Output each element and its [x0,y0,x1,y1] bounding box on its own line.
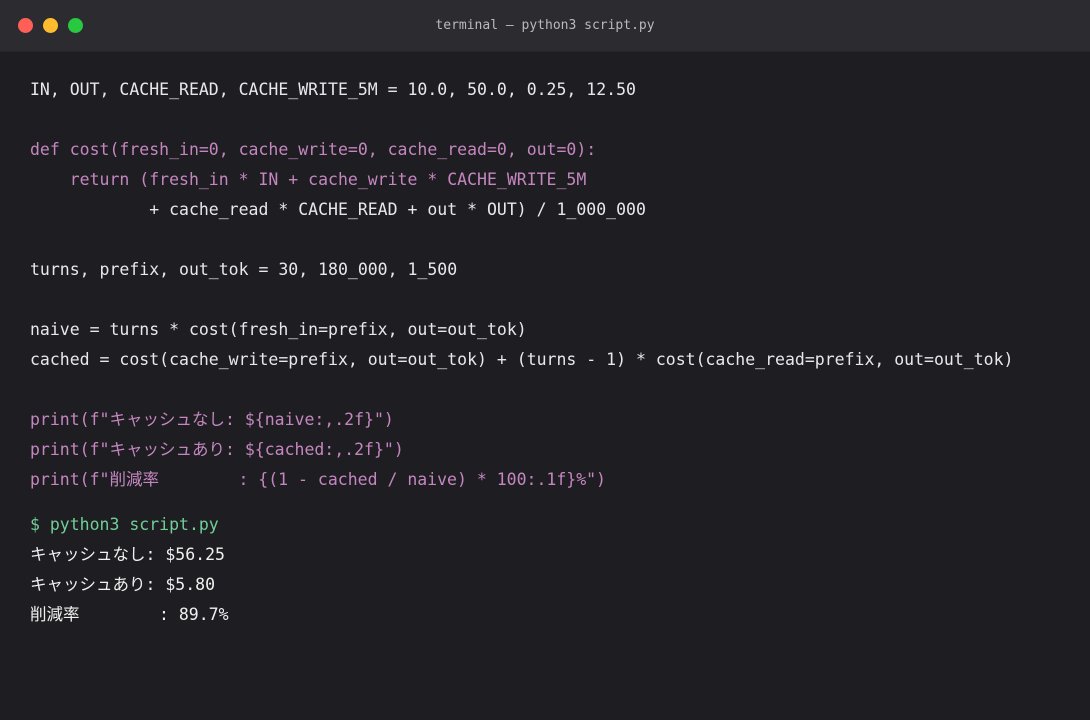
code-line-print-cached: print(f"キャッシュあり: ${cached:,.2f}") [30,440,404,459]
code-line-constants: IN, OUT, CACHE_READ, CACHE_WRITE_5M = 10… [30,80,636,99]
terminal-window: terminal — python3 script.py IN, OUT, CA… [0,0,1090,720]
code-line-cached: cached = cost(cache_write=prefix, out=ou… [30,350,1014,369]
output-line-reduction: 削減率 : 89.7% [30,605,229,624]
output-line-cached: キャッシュあり: $5.80 [30,575,216,594]
code-line-params: turns, prefix, out_tok = 30, 180_000, 1_… [30,260,458,279]
code-line-return: return (fresh_in * IN + cache_write * CA… [30,170,587,189]
code-line-def: def cost(fresh_in=0, cache_write=0, cach… [30,140,597,159]
title-bar: terminal — python3 script.py [0,0,1090,52]
code-line-print-naive: print(f"キャッシュなし: ${naive:,.2f}") [30,410,394,429]
output-line-naive: キャッシュなし: $56.25 [30,545,225,564]
code-line-naive: naive = turns * cost(fresh_in=prefix, ou… [30,320,527,339]
code-line-print-reduction: print(f"削減率 : {(1 - cached / naive) * 10… [30,470,606,489]
shell-prompt-command: $ python3 script.py [30,515,219,534]
code-line-return-cont: + cache_read * CACHE_READ + out * OUT) /… [30,200,646,219]
terminal-content[interactable]: IN, OUT, CACHE_READ, CACHE_WRITE_5M = 10… [30,75,1070,630]
window-title: terminal — python3 script.py [435,18,655,33]
